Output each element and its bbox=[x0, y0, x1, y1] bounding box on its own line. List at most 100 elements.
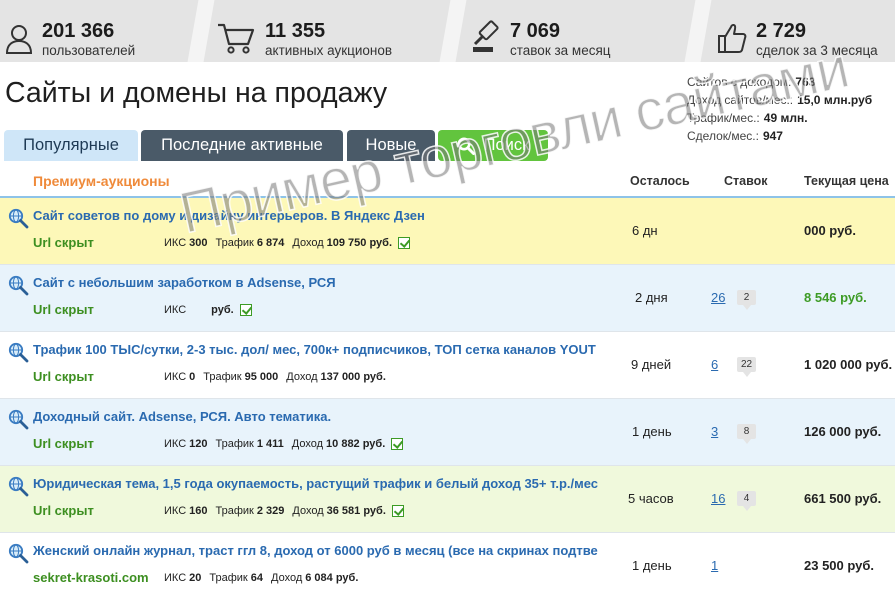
page-title: Сайты и домены на продажу bbox=[5, 77, 388, 109]
site-preview-icon[interactable] bbox=[8, 543, 29, 564]
summary-value: 763 bbox=[795, 75, 816, 89]
site-url: Url скрыт bbox=[33, 369, 94, 384]
traffic-value: 95 000 bbox=[244, 371, 279, 383]
time-left: 6 дн bbox=[632, 223, 658, 238]
column-time-left[interactable]: Осталось bbox=[630, 174, 690, 188]
tab-new[interactable]: Новые bbox=[347, 130, 435, 161]
site-url: Url скрыт bbox=[33, 302, 94, 317]
auction-title-link[interactable]: Доходный сайт. Adsense, РСЯ. Авто темати… bbox=[33, 409, 598, 424]
summary-row: Сайтов с доходом: 763 bbox=[687, 73, 872, 91]
search-button-label: Поиск bbox=[483, 136, 530, 154]
iks-value: 20 bbox=[189, 572, 202, 584]
bids-count-link[interactable]: 3 bbox=[711, 424, 718, 439]
auction-title-link[interactable]: Сайт советов по дому и дизайну интерьеро… bbox=[33, 208, 598, 223]
bids-count-link[interactable]: 1 bbox=[711, 558, 718, 573]
auction-row: Юридическая тема, 1,5 года окупаемость, … bbox=[0, 466, 895, 533]
iks-label: ИКС bbox=[164, 237, 187, 249]
column-current-price[interactable]: Текущая цена bbox=[804, 174, 889, 188]
premium-auctions-heading: Премиум-аукционы bbox=[33, 173, 170, 189]
stat-users-value: 201 366 bbox=[42, 20, 115, 42]
stats-divider bbox=[439, 0, 467, 62]
tab-popular[interactable]: Популярные bbox=[4, 130, 138, 161]
site-preview-icon[interactable] bbox=[8, 275, 29, 296]
comments-badge[interactable]: 22 bbox=[737, 357, 757, 377]
tab-recent-active[interactable]: Последние активные bbox=[141, 130, 343, 161]
summary-row: Доход сайтов/мес.: 15,0 млн.руб bbox=[687, 91, 872, 109]
thumbs-up-icon bbox=[718, 23, 747, 53]
site-url: Url скрыт bbox=[33, 235, 94, 250]
summary-label: Трафик/мес.: bbox=[687, 111, 760, 125]
auction-title-link[interactable]: Женский онлайн журнал, траст ггл 8, дохо… bbox=[33, 543, 598, 558]
traffic-value: 6 874 bbox=[256, 237, 285, 249]
comments-badge[interactable]: 8 bbox=[737, 424, 756, 444]
current-price: 126 000 руб. bbox=[804, 424, 882, 439]
summary-label: Доход сайтов/мес.: bbox=[687, 93, 794, 107]
site-url: sekret-krasoti.com bbox=[33, 570, 149, 585]
summary-label: Сделок/мес.: bbox=[687, 129, 759, 143]
auction-row: Трафик 100 ТЫС/сутки, 2-3 тыс. дол/ мес,… bbox=[0, 332, 895, 399]
auction-title-link[interactable]: Сайт с небольшим заработком в Adsense, Р… bbox=[33, 275, 598, 290]
cart-icon bbox=[218, 23, 255, 54]
income-value: 6 084 руб. bbox=[305, 572, 359, 584]
site-preview-icon[interactable] bbox=[8, 342, 29, 363]
current-price: 1 020 000 руб. bbox=[804, 357, 893, 372]
iks-label: ИКС bbox=[164, 304, 187, 316]
bids-count-link[interactable]: 26 bbox=[711, 290, 725, 305]
stat-users-label: пользователей bbox=[42, 43, 136, 58]
site-metrics: ИКС 160 Трафик 2 329 Доход 36 581 руб. bbox=[164, 505, 404, 517]
site-metrics: ИКС 0 Трафик 95 000 Доход 137 000 руб. bbox=[164, 371, 386, 383]
verified-check-icon bbox=[391, 438, 404, 450]
site-metrics: ИКС 20 Трафик 64 Доход 6 084 руб. bbox=[164, 572, 358, 584]
auction-row: Доходный сайт. Adsense, РСЯ. Авто темати… bbox=[0, 399, 895, 466]
income-label: Доход bbox=[292, 505, 324, 517]
summary-label: Сайтов с доходом: bbox=[687, 75, 792, 89]
iks-value: 160 bbox=[189, 505, 208, 517]
income-label: Доход bbox=[292, 237, 324, 249]
summary-row: Трафик/мес.: 49 млн. bbox=[687, 109, 872, 127]
summary-value: 49 млн. bbox=[763, 111, 808, 125]
income-label: Доход bbox=[286, 371, 318, 383]
traffic-label: Трафик bbox=[215, 505, 254, 517]
traffic-value: 64 bbox=[250, 572, 263, 584]
stats-divider bbox=[187, 0, 215, 62]
iks-value: 300 bbox=[189, 237, 208, 249]
stats-divider bbox=[684, 0, 712, 62]
stat-deals-value: 2 729 bbox=[756, 20, 807, 42]
iks-label: ИКС bbox=[164, 572, 187, 584]
income-value: руб. bbox=[211, 304, 234, 316]
verified-check-icon bbox=[391, 505, 404, 517]
traffic-label: Трафик bbox=[215, 438, 254, 450]
time-left: 2 дня bbox=[635, 290, 668, 305]
site-preview-icon[interactable] bbox=[8, 476, 29, 497]
stats-bar: 201 366 пользователей 11 355 активных ау… bbox=[0, 0, 895, 62]
bids-count-link[interactable]: 6 bbox=[711, 357, 718, 372]
verified-check-icon bbox=[239, 304, 252, 316]
site-url: Url скрыт bbox=[33, 436, 94, 451]
current-price: 8 546 руб. bbox=[804, 290, 867, 305]
time-left: 9 дней bbox=[631, 357, 672, 372]
column-bids[interactable]: Ставок bbox=[724, 174, 768, 188]
summary-value: 947 bbox=[762, 129, 783, 143]
iks-label: ИКС bbox=[164, 505, 187, 517]
auction-row: Сайт с небольшим заработком в Adsense, Р… bbox=[0, 265, 895, 332]
iks-value: 120 bbox=[189, 438, 208, 450]
bids-count-link[interactable]: 16 bbox=[711, 491, 725, 506]
summary-stats: Сайтов с доходом: 763 Доход сайтов/мес.: 1… bbox=[687, 73, 872, 145]
current-price: 661 500 руб. bbox=[804, 491, 882, 506]
site-preview-icon[interactable] bbox=[8, 208, 29, 229]
stat-deals-label: сделок за 3 месяца bbox=[756, 43, 878, 58]
stat-bids-value: 7 069 bbox=[510, 20, 561, 42]
auction-title-link[interactable]: Юридическая тема, 1,5 года окупаемость, … bbox=[33, 476, 598, 491]
comments-badge[interactable]: 4 bbox=[737, 491, 756, 511]
site-preview-icon[interactable] bbox=[8, 409, 29, 430]
site-url: Url скрыт bbox=[33, 503, 94, 518]
auction-title-link[interactable]: Трафик 100 ТЫС/сутки, 2-3 тыс. дол/ мес,… bbox=[33, 342, 598, 357]
search-button[interactable]: Поиск bbox=[438, 130, 548, 161]
income-label: Доход bbox=[271, 572, 303, 584]
iks-label: ИКС bbox=[164, 371, 187, 383]
stat-auctions-value: 11 355 bbox=[265, 20, 326, 42]
traffic-label: Трафик bbox=[215, 237, 254, 249]
time-left: 5 часов bbox=[628, 491, 674, 506]
comments-badge[interactable]: 2 bbox=[737, 290, 756, 310]
traffic-value: 2 329 bbox=[256, 505, 285, 517]
